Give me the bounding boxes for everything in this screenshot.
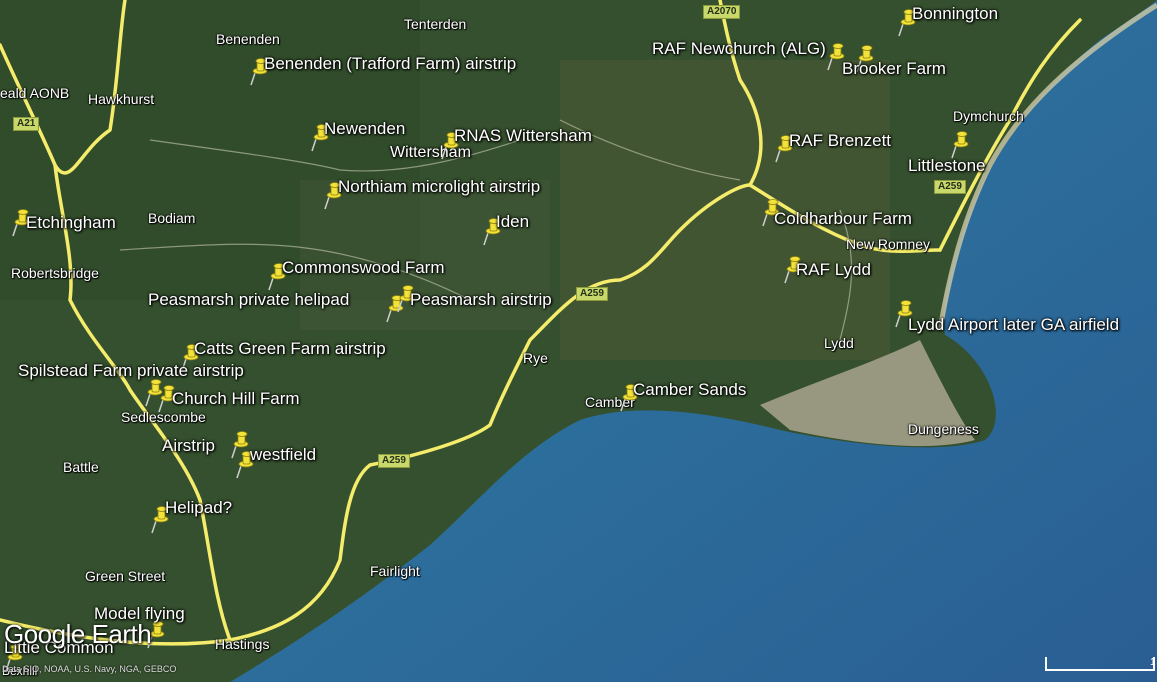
place-label: eald AONB [0,85,70,101]
placemark-label[interactable]: RNAS Wittersham [454,126,592,146]
place-label: Dymchurch [953,108,1024,124]
road-shield: A21 [13,117,40,131]
placemark-label[interactable]: Brooker Farm [842,59,946,79]
place-label: Rye [523,350,548,366]
placemark-label[interactable]: Helipad? [165,498,232,518]
road-shield: A2070 [703,5,741,19]
road-shield: A259 [378,454,410,468]
placemark-label[interactable]: Spilstead Farm private airstrip [18,361,244,381]
placemark-label[interactable]: Bonnington [912,4,998,24]
place-label: Lydd [824,335,854,351]
place-label: New Romney [846,236,931,252]
scale-label: 1 [1150,657,1156,668]
place-label: Tenterden [404,16,467,32]
placemark-label[interactable]: Airstrip [162,436,215,456]
placemark-label[interactable]: westfield [250,445,316,465]
placemark-label[interactable]: Benenden (Trafford Farm) airstrip [264,54,516,74]
placemark-label[interactable]: Peasmarsh airstrip [410,290,552,310]
place-label: Green Street [85,568,166,584]
map-view[interactable]: Tenterden Benenden eald AONB Hawkhurst B… [0,0,1157,682]
place-label: Hawkhurst [88,91,155,107]
placemark-label[interactable]: Church Hill Farm [172,389,300,409]
placemark-label[interactable]: RAF Newchurch (ALG) [652,39,826,59]
placemark-label[interactable]: Peasmarsh private helipad [148,290,349,310]
place-label: Robertsbridge [11,265,99,281]
place-label: Hastings [215,636,270,652]
placemark-label[interactable]: Lydd Airport later GA airfield [908,315,1119,335]
placemark-label[interactable]: Newenden [324,119,405,139]
placemark-label[interactable]: Camber Sands [633,380,746,400]
scale-bar [1045,657,1155,671]
imagery-credits: Data SIO, NOAA, U.S. Navy, NGA, GEBCO [2,664,177,674]
placemark-label[interactable]: Catts Green Farm airstrip [194,339,386,359]
road-shield: A259 [934,180,966,194]
placemark-label[interactable]: Iden [496,212,529,232]
place-label: Battle [63,459,99,475]
place-label: Bodiam [148,210,196,226]
road-shield: A259 [576,287,608,301]
place-label: Dungeness [908,421,979,437]
placemark-label[interactable]: Etchingham [26,213,116,233]
placemark-label[interactable]: Coldharbour Farm [774,209,912,229]
satellite-terrain [0,0,1157,682]
placemark-label[interactable]: Littlestone [908,156,986,176]
placemark-label[interactable]: RAF Brenzett [789,131,891,151]
place-label: Benenden [216,31,280,47]
placemark-label[interactable]: Commonswood Farm [282,258,445,278]
placemark-label[interactable]: Northiam microlight airstrip [338,177,540,197]
google-earth-logo: Google Earth [4,619,152,649]
placemark-label[interactable]: RAF Lydd [796,260,871,280]
place-label: Fairlight [370,563,420,579]
